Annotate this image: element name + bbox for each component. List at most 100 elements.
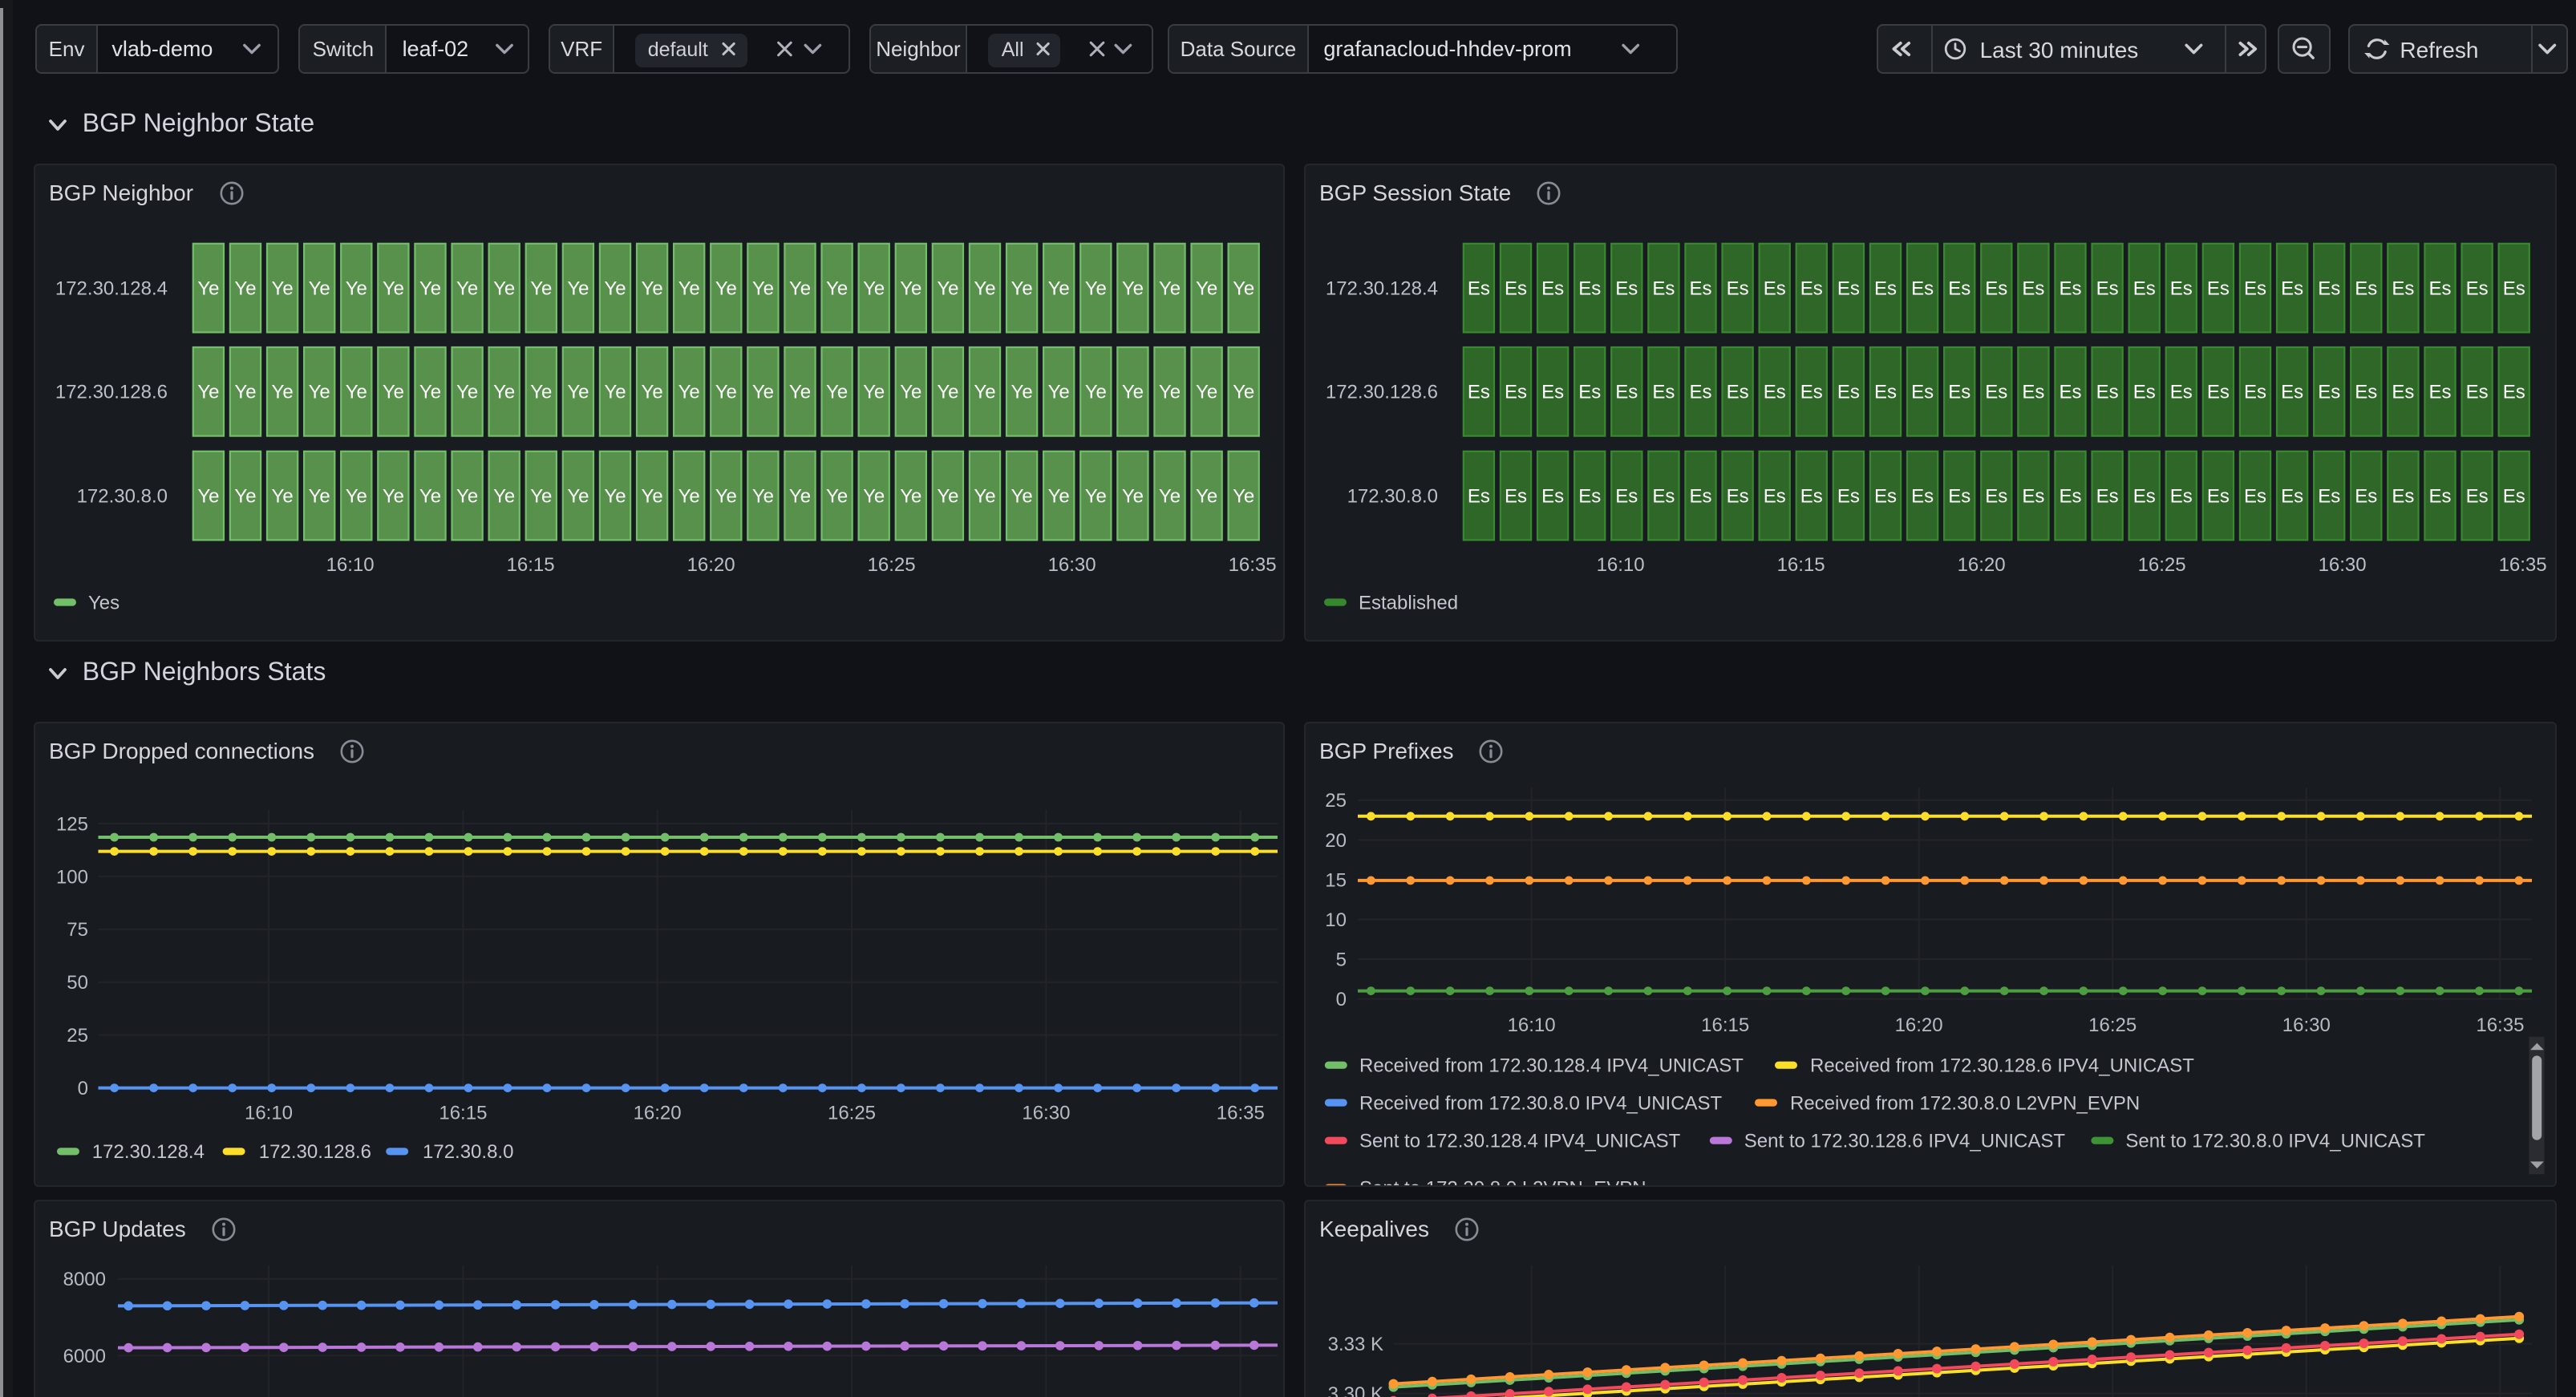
svg-text:Es: Es xyxy=(1541,485,1563,507)
svg-text:Es: Es xyxy=(1837,382,1859,403)
svg-text:Es: Es xyxy=(1467,485,1489,507)
svg-text:Ye: Ye xyxy=(271,382,293,403)
svg-text:Es: Es xyxy=(1763,382,1785,403)
svg-text:Es: Es xyxy=(2169,382,2192,403)
svg-text:Es: Es xyxy=(2132,382,2155,403)
svg-text:Ye: Ye xyxy=(1158,278,1180,300)
svg-text:Es: Es xyxy=(1873,278,1896,300)
svg-text:Es: Es xyxy=(2206,485,2229,507)
svg-text:Es: Es xyxy=(1763,278,1785,300)
svg-text:Ye: Ye xyxy=(1011,278,1032,300)
svg-text:16:25: 16:25 xyxy=(2137,554,2185,576)
svg-text:Es: Es xyxy=(1688,382,1711,403)
svg-text:Es: Es xyxy=(1504,382,1526,403)
svg-text:Ye: Ye xyxy=(529,278,551,300)
svg-text:Ye: Ye xyxy=(345,278,367,300)
svg-text:Ye: Ye xyxy=(196,485,218,507)
svg-text:16:10: 16:10 xyxy=(1596,554,1644,576)
svg-text:Ye: Ye xyxy=(862,278,884,300)
svg-text:Ye: Ye xyxy=(1047,485,1069,507)
svg-text:Ye: Ye xyxy=(1195,485,1217,507)
svg-text:Ye: Ye xyxy=(1158,382,1180,403)
svg-text:Ye: Ye xyxy=(825,278,847,300)
svg-text:Es: Es xyxy=(2317,382,2339,403)
svg-text:Received from 172.30.8.0 IPV4_: Received from 172.30.8.0 IPV4_UNICAST xyxy=(1359,1092,1722,1114)
svg-text:Ye: Ye xyxy=(862,485,884,507)
svg-text:Es: Es xyxy=(1651,278,1674,300)
svg-text:Es: Es xyxy=(2280,382,2303,403)
svg-text:16:35: 16:35 xyxy=(1228,554,1276,576)
svg-text:Es: Es xyxy=(1504,278,1526,300)
svg-text:5: 5 xyxy=(1335,949,1346,970)
svg-text:Es: Es xyxy=(2317,485,2339,507)
svg-text:Ye: Ye xyxy=(862,382,884,403)
svg-text:Es: Es xyxy=(1614,278,1637,300)
svg-text:Ye: Ye xyxy=(382,278,403,300)
svg-text:16:30: 16:30 xyxy=(2318,554,2366,576)
svg-text:Ye: Ye xyxy=(1232,485,1254,507)
svg-text:16:15: 16:15 xyxy=(506,554,554,576)
svg-text:10: 10 xyxy=(1324,909,1346,930)
svg-text:Ye: Ye xyxy=(603,382,625,403)
svg-text:16:30: 16:30 xyxy=(1047,554,1096,576)
svg-text:Ye: Ye xyxy=(715,278,736,300)
svg-text:Es: Es xyxy=(1467,382,1489,403)
svg-text:Es: Es xyxy=(1800,382,1822,403)
svg-text:Es: Es xyxy=(2317,278,2339,300)
svg-text:Es: Es xyxy=(1726,485,1748,507)
svg-text:Ye: Ye xyxy=(492,485,514,507)
svg-text:Ye: Ye xyxy=(1195,278,1217,300)
svg-text:Es: Es xyxy=(1947,485,1970,507)
svg-text:Ye: Ye xyxy=(1232,382,1254,403)
svg-text:Ye: Ye xyxy=(1158,485,1180,507)
svg-text:Ye: Ye xyxy=(678,382,699,403)
svg-text:16:15: 16:15 xyxy=(1776,554,1825,576)
svg-text:Ye: Ye xyxy=(603,278,625,300)
svg-text:16:35: 16:35 xyxy=(1216,1102,1264,1124)
svg-text:Ye: Ye xyxy=(308,382,330,403)
svg-text:172.30.8.0: 172.30.8.0 xyxy=(422,1141,512,1163)
svg-text:172.30.128.6: 172.30.128.6 xyxy=(55,382,167,403)
svg-text:Es: Es xyxy=(1578,278,1600,300)
svg-text:Ye: Ye xyxy=(456,278,477,300)
svg-text:Ye: Ye xyxy=(751,485,773,507)
svg-text:Ye: Ye xyxy=(936,278,958,300)
svg-text:Ye: Ye xyxy=(196,382,218,403)
svg-text:172.30.8.0: 172.30.8.0 xyxy=(1347,485,1437,507)
svg-text:Es: Es xyxy=(2058,278,2080,300)
svg-text:Ye: Ye xyxy=(899,485,921,507)
svg-text:Es: Es xyxy=(1614,485,1637,507)
svg-text:16:35: 16:35 xyxy=(2475,1014,2523,1035)
svg-text:Es: Es xyxy=(2058,485,2080,507)
svg-text:Es: Es xyxy=(2354,382,2376,403)
svg-text:Es: Es xyxy=(1726,278,1748,300)
svg-text:Ye: Ye xyxy=(1011,382,1032,403)
svg-text:Es: Es xyxy=(1873,485,1896,507)
svg-text:0: 0 xyxy=(77,1077,87,1099)
svg-text:Es: Es xyxy=(2391,382,2413,403)
svg-text:Ye: Ye xyxy=(345,485,367,507)
svg-text:Es: Es xyxy=(1984,485,2007,507)
svg-text:Es: Es xyxy=(1984,382,2007,403)
svg-text:Ye: Ye xyxy=(1121,485,1143,507)
svg-text:Es: Es xyxy=(2465,278,2488,300)
svg-text:25: 25 xyxy=(66,1024,87,1046)
svg-text:Ye: Ye xyxy=(751,382,773,403)
svg-text:172.30.128.4: 172.30.128.4 xyxy=(1325,278,1437,300)
svg-text:Es: Es xyxy=(1873,382,1896,403)
svg-text:Ye: Ye xyxy=(678,278,699,300)
svg-text:Es: Es xyxy=(1578,485,1600,507)
svg-text:16:15: 16:15 xyxy=(1700,1014,1748,1035)
svg-text:Es: Es xyxy=(2021,485,2043,507)
svg-text:Es: Es xyxy=(2391,485,2413,507)
svg-text:Es: Es xyxy=(2502,485,2525,507)
svg-text:Ye: Ye xyxy=(1047,278,1069,300)
svg-text:16:10: 16:10 xyxy=(326,554,374,576)
svg-text:Received from 172.30.128.4 IPV: Received from 172.30.128.4 IPV4_UNICAST xyxy=(1359,1055,1743,1076)
svg-text:125: 125 xyxy=(55,813,87,835)
svg-text:Es: Es xyxy=(2465,382,2488,403)
svg-text:Ye: Ye xyxy=(973,278,994,300)
svg-text:Ye: Ye xyxy=(196,278,218,300)
svg-text:6000: 6000 xyxy=(63,1346,105,1367)
svg-text:Yes: Yes xyxy=(87,593,119,614)
